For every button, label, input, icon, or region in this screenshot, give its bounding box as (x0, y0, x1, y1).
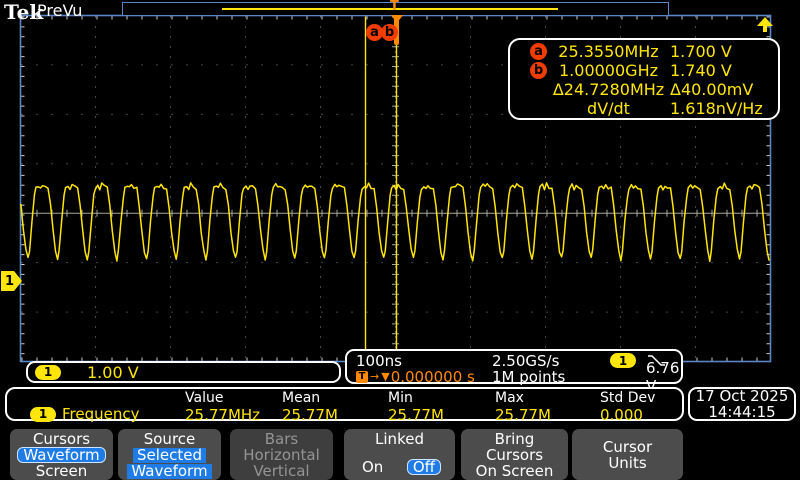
menu-bring-line3: On Screen (475, 462, 554, 480)
cursor-a-voltage: 1.700 V (670, 42, 732, 61)
cursor-b-marker: b (381, 24, 398, 41)
header-mean: Mean (282, 390, 321, 406)
cursor-delta-row: Δ24.7280MHz Δ40.00mV (516, 80, 772, 99)
measurement-label: 1 Frequency (30, 405, 185, 423)
dvdt-label: dV/dt (587, 99, 630, 118)
menu-cursor-units-button[interactable]: Cursor Units (572, 429, 683, 480)
menu-bring-line2: Cursors (485, 446, 544, 464)
measurement-box: 1 Frequency Value Mean Min Max Std Dev 2… (5, 387, 684, 424)
trigger-position-t-icon: T (390, 0, 399, 14)
trigger-position-value: 0.000000 s (390, 367, 475, 386)
value-max: 25.77M (495, 406, 551, 424)
menu-cursors-button[interactable]: Cursors Waveform Screen (10, 429, 113, 480)
time-per-div: 100ns (356, 351, 402, 370)
menu-bring-line1: Bring (494, 430, 535, 448)
menu-bars-vertical: Vertical (253, 462, 310, 480)
menu-source-title: Source (143, 430, 196, 448)
cursor-b-badge-icon: b (530, 62, 547, 79)
header-value: Value (185, 390, 224, 406)
dvdt-value: 1.618nV/Hz (670, 99, 763, 118)
menu-bars-horizontal: Horizontal (243, 446, 320, 464)
time-label: 14:44:15 (708, 403, 776, 421)
cursor-a-row: a 25.3550MHz 1.700 V (516, 42, 772, 61)
cursor-a-badge-icon: a (530, 43, 547, 60)
cursor-readout-box: a 25.3550MHz 1.700 V b 1.00000GHz 1.740 … (508, 38, 780, 120)
value-min: 25.77M (388, 406, 444, 424)
trigger-level-value: 6.76 V (646, 358, 680, 395)
menu-bars-title: Bars (264, 430, 299, 448)
sample-rate: 2.50GS/s (492, 351, 560, 370)
menu-units-line2: Units (608, 454, 647, 472)
trigger-t-icon: T (356, 370, 368, 383)
menu-linked-on[interactable]: On (362, 459, 383, 475)
cursor-dvdt-row: dV/dt 1.618nV/Hz (516, 99, 772, 118)
oscilloscope-screen: Tek PreVu T a b 1 a 25.3550MHz 1.700 V b… (0, 0, 800, 480)
date-label: 17 Oct 2025 (695, 387, 789, 405)
trigger-source-badge: 1 (610, 353, 636, 368)
right-arrow-icon: → (370, 370, 380, 383)
header-min: Min (388, 390, 413, 406)
measurement-name: Frequency (62, 405, 140, 423)
menu-cursors-option-waveform[interactable]: Waveform (17, 447, 106, 463)
trigger-position-cell: T → ▼ 0.000000 s (356, 367, 492, 386)
menu-source-button[interactable]: Source Selected Waveform (118, 429, 221, 480)
header-max: Max (495, 390, 524, 406)
menu-source-selected[interactable]: Selected (132, 448, 207, 463)
menu-cursors-title: Cursors (32, 430, 91, 448)
trigger-level-offscreen-arrow-icon (757, 17, 773, 26)
menu-bring-cursors-button[interactable]: Bring Cursors On Screen (461, 429, 568, 480)
cursor-b-row: b 1.00000GHz 1.740 V (516, 61, 772, 80)
value-mean: 25.77M (282, 406, 338, 424)
cursor-delta-frequency: Δ24.7280MHz (552, 80, 665, 99)
menu-source-waveform[interactable]: Waveform (127, 464, 212, 479)
channel1-volts-per-div: 1.00 V (87, 362, 139, 382)
channel1-badge: 1 (35, 364, 61, 380)
menu-units-line1: Cursor (602, 438, 653, 456)
cursor-b-voltage: 1.740 V (670, 61, 732, 80)
value-value: 25.77MHz (185, 406, 261, 424)
trigger-level-offscreen-arrow-stem (763, 26, 767, 32)
down-triangle-icon: ▼ (381, 370, 390, 383)
measurement-channel-badge: 1 (30, 406, 56, 422)
horizontal-settings-box: 100ns 2.50GS/s 1 T → ▼ 0.000000 s 1M points… (345, 349, 683, 395)
header-stddev: Std Dev (600, 390, 656, 406)
channel1-waveform (20, 182, 770, 263)
cursor-a-frequency: 25.3550MHz (558, 42, 659, 61)
cursor-b-frequency: 1.00000GHz (559, 61, 658, 80)
acquisition-status: PreVu (37, 1, 83, 20)
menu-linked-title: Linked (375, 430, 424, 448)
menu-linked-button[interactable]: Linked On Off (344, 429, 455, 480)
menu-cursors-option-screen[interactable]: Screen (10, 463, 113, 479)
channel1-scale-box: 1 1.00 V (26, 361, 341, 383)
value-stddev: 0.000 (600, 406, 643, 424)
cursor-delta-voltage: Δ40.00mV (670, 80, 754, 99)
menu-bars-button: Bars Horizontal Vertical (230, 429, 333, 480)
menu-linked-off[interactable]: Off (406, 459, 441, 475)
record-length: 1M points (492, 367, 566, 386)
datetime-box: 17 Oct 2025 14:44:15 (688, 387, 796, 421)
